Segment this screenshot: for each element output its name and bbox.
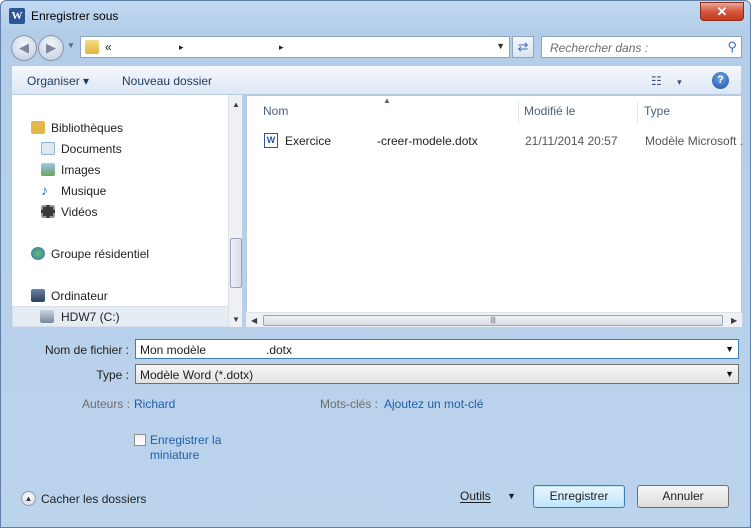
filename-input[interactable]: Mon modèle .dotx ▼ — [135, 339, 739, 359]
tools-menu[interactable]: Outils — [460, 489, 491, 503]
column-header-name[interactable]: Nom ▲ — [247, 96, 519, 124]
save-as-dialog: W Enregistrer sous ✕ ◀ ▶ ▼ « ▸ ▸ ▼ ⇄ Rec… — [0, 0, 751, 528]
file-row[interactable]: W Exercice -creer-modele.dotx 21/11/2014… — [255, 132, 743, 150]
view-dropdown-icon: ▾ — [677, 77, 682, 87]
library-icon — [31, 121, 45, 134]
file-name-start: Exercice — [285, 134, 332, 148]
file-type: Modèle Microsoft ... — [645, 134, 743, 148]
videos-icon — [41, 205, 55, 218]
save-thumbnail-label[interactable]: Enregistrer la miniature — [150, 433, 240, 463]
back-arrow-icon: ◀ — [19, 40, 29, 55]
breadcrumb-separator[interactable]: ▸ — [279, 42, 284, 53]
nav-item-drive-c[interactable]: HDW7 (C:) — [12, 306, 229, 327]
nav-item-label: Groupe résidentiel — [51, 247, 150, 261]
nav-item-label: Ordinateur — [51, 289, 108, 303]
navigation-scrollbar[interactable]: ▲ ▼ — [228, 95, 242, 327]
help-icon[interactable]: ? — [712, 72, 729, 89]
file-type-value: Modèle Word (*.dotx) — [140, 368, 254, 382]
scroll-thumb[interactable]: ||| — [263, 315, 723, 326]
breadcrumb-overflow[interactable]: « — [105, 40, 112, 54]
close-button[interactable]: ✕ — [700, 2, 744, 21]
nav-item-label: HDW7 (C:) — [61, 310, 120, 324]
scroll-right-icon[interactable]: ▶ — [731, 316, 737, 325]
nav-item-music[interactable]: ♪ Musique — [12, 181, 229, 201]
sort-ascending-icon: ▲ — [383, 96, 391, 105]
search-input[interactable]: Rechercher dans : ⚲ — [541, 36, 742, 58]
refresh-icon: ⇄ — [517, 39, 529, 54]
nav-item-label: Vidéos — [61, 205, 98, 219]
filename-extension: .dotx — [266, 343, 293, 357]
cancel-button[interactable]: Annuler — [637, 485, 729, 508]
file-name-end: -creer-modele.dotx — [377, 134, 478, 148]
keywords-label: Mots-clés : — [320, 397, 379, 411]
scroll-thumb[interactable] — [230, 238, 242, 288]
folder-icon — [85, 40, 99, 54]
address-bar[interactable]: « ▸ ▸ ▼ — [80, 36, 510, 58]
save-button[interactable]: Enregistrer — [533, 485, 625, 508]
drive-icon — [40, 310, 54, 323]
documents-icon — [41, 142, 55, 155]
file-list: Nom ▲ Modifié le Type W Exercice -creer-… — [246, 95, 743, 327]
chevron-up-icon: ▲ — [21, 491, 36, 506]
search-icon[interactable]: ⚲ — [727, 39, 737, 55]
nav-item-videos[interactable]: Vidéos — [12, 202, 229, 222]
authors-label: Auteurs : — [82, 397, 131, 411]
homegroup-icon — [31, 247, 45, 260]
filename-label: Nom de fichier : — [44, 343, 129, 357]
nav-item-libraries[interactable]: Bibliothèques — [12, 118, 229, 138]
window-title: Enregistrer sous — [31, 9, 119, 23]
computer-icon — [31, 289, 45, 302]
column-header-modified[interactable]: Modifié le — [520, 102, 638, 124]
scroll-up-icon[interactable]: ▲ — [232, 100, 240, 109]
file-modified: 21/11/2014 20:57 — [525, 134, 618, 148]
forward-arrow-icon: ▶ — [46, 40, 56, 55]
organize-menu[interactable]: Organiser ▾ — [27, 74, 89, 88]
column-modified-label: Modifié le — [524, 104, 576, 118]
file-type-select[interactable]: Modèle Word (*.dotx) ▼ — [135, 364, 739, 384]
nav-item-label: Documents — [61, 142, 122, 156]
back-button[interactable]: ◀ — [11, 35, 37, 61]
save-thumbnail-checkbox[interactable] — [134, 434, 146, 446]
filename-value: Mon modèle — [140, 343, 207, 357]
word-template-icon: W — [264, 133, 278, 148]
refresh-button[interactable]: ⇄ — [512, 36, 534, 58]
column-header-type[interactable]: Type — [640, 102, 742, 124]
breadcrumb-separator[interactable]: ▸ — [179, 42, 184, 53]
list-view-icon: ☷ — [651, 74, 662, 88]
filename-dropdown-icon[interactable]: ▼ — [725, 344, 734, 354]
navigation-pane: Bibliothèques Documents Images ♪ Musique… — [11, 95, 242, 327]
type-label: Type : — [96, 368, 129, 382]
command-bar: Organiser ▾ Nouveau dossier ☷ ▾ ? — [11, 65, 742, 95]
forward-button[interactable]: ▶ — [38, 35, 64, 61]
file-list-horizontal-scrollbar[interactable]: ◀ ||| ▶ — [246, 312, 742, 327]
authors-value[interactable]: Richard — [134, 397, 175, 411]
view-options-button[interactable]: ☷ ▾ — [651, 74, 682, 88]
search-placeholder: Rechercher dans : — [550, 41, 649, 55]
nav-item-label: Musique — [61, 184, 107, 198]
nav-item-images[interactable]: Images — [12, 160, 229, 180]
word-app-icon: W — [9, 8, 25, 24]
hide-folders-label: Cacher les dossiers — [41, 492, 147, 506]
nav-item-label: Bibliothèques — [51, 121, 124, 135]
column-name-label: Nom — [263, 104, 289, 118]
new-folder-button[interactable]: Nouveau dossier — [122, 74, 212, 88]
recent-locations-dropdown[interactable]: ▼ — [67, 41, 75, 50]
tools-dropdown-icon[interactable]: ▼ — [507, 491, 516, 501]
nav-item-homegroup[interactable]: Groupe résidentiel — [12, 244, 229, 264]
keywords-value[interactable]: Ajoutez un mot-clé — [384, 397, 483, 411]
address-dropdown-icon[interactable]: ▼ — [496, 41, 505, 51]
column-type-label: Type — [644, 104, 671, 118]
scroll-left-icon[interactable]: ◀ — [251, 316, 257, 325]
file-type-dropdown-icon: ▼ — [725, 369, 734, 379]
scroll-down-icon[interactable]: ▼ — [232, 315, 240, 324]
nav-item-computer[interactable]: Ordinateur — [12, 286, 229, 306]
nav-item-documents[interactable]: Documents — [12, 139, 229, 159]
title-bar: W Enregistrer sous ✕ — [1, 1, 750, 31]
images-icon — [41, 163, 55, 176]
music-icon: ♪ — [41, 182, 48, 198]
nav-item-label: Images — [61, 163, 101, 177]
